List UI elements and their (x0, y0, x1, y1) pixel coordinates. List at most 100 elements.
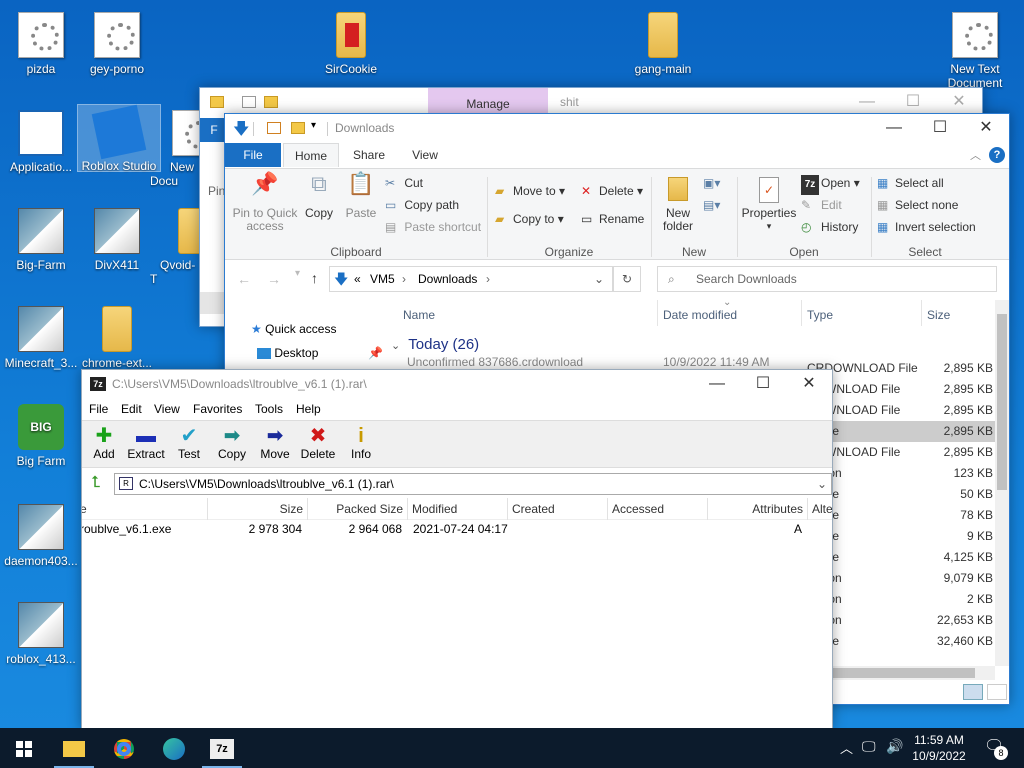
pin-icon[interactable]: 📌 (368, 346, 383, 360)
nav-item-desktop[interactable]: Desktop 📌 (257, 346, 383, 360)
scrollbar-thumb[interactable] (825, 668, 975, 678)
help-icon[interactable]: ? (989, 147, 1005, 163)
close-button[interactable]: ✕ (963, 114, 1009, 144)
new-folder-button[interactable]: New folder (655, 177, 701, 233)
desktop-icon-gey-porno[interactable]: gey-porno (76, 12, 158, 76)
notification-center-button[interactable]: 🗨 8 (984, 736, 1008, 760)
path-input[interactable]: R C:\Users\VM5\Downloads\ltroublve_v6.1 … (114, 473, 832, 495)
new-folder-icon[interactable] (291, 122, 305, 134)
test-button[interactable]: ✔ Test (167, 425, 211, 461)
7zip-window[interactable]: 7z C:\Users\VM5\Downloads\ltroublve_v6.1… (81, 369, 833, 729)
collapse-ribbon-icon[interactable]: ︿ (970, 147, 981, 163)
desktop-icon-new-document[interactable]: New Docu (150, 110, 200, 188)
tab-manage[interactable]: Manage (428, 88, 548, 114)
desktop-icon-qvoid[interactable]: Qvoid-T (150, 208, 200, 286)
details-view-button[interactable] (963, 684, 983, 700)
easy-access-button[interactable]: ▤▾ (703, 195, 720, 215)
chevron-down-icon[interactable]: ⌄ (817, 474, 827, 494)
column-created[interactable]: Created (508, 498, 608, 520)
forward-arrow-icon[interactable]: → (267, 271, 281, 287)
info-button[interactable]: i Info (339, 425, 383, 461)
desktop-icon-roblox-studio[interactable]: Roblox Studio (77, 104, 161, 173)
tab-view[interactable]: View (399, 143, 451, 167)
column-accessed[interactable]: Accessed (608, 498, 708, 520)
column-name[interactable]: Name (403, 308, 435, 322)
edit-button[interactable]: ✎ Edit (801, 195, 842, 215)
new-folder-icon[interactable] (264, 96, 278, 108)
chevron-right-icon[interactable]: › (402, 267, 406, 291)
pin-quick-access-button[interactable]: 📌 Pin to Quick access (231, 173, 299, 233)
desktop-icon-pizda[interactable]: pizda (0, 12, 82, 76)
scrollbar-thumb[interactable] (997, 314, 1007, 490)
horizontal-scrollbar[interactable] (825, 666, 995, 680)
title-bar[interactable]: 7z C:\Users\VM5\Downloads\ltroublve_v6.1… (82, 370, 832, 398)
menu-edit[interactable]: Edit (121, 402, 142, 416)
open-button[interactable]: 7z Open ▾ (801, 173, 860, 195)
chevron-down-icon[interactable]: ⌄ (594, 267, 604, 291)
copy-button[interactable]: ➡ Copy (210, 425, 254, 461)
column-attributes[interactable]: Attributes (708, 498, 808, 520)
paste-shortcut-button[interactable]: ▤ Paste shortcut (385, 217, 481, 237)
desktop-icon-chrome-ext[interactable]: chrome-ext... (76, 306, 158, 370)
desktop-icon-sircookie[interactable]: SirCookie (310, 12, 392, 76)
select-none-button[interactable]: ▦ Select none (877, 195, 958, 215)
customize-dropdown-icon[interactable]: ▾ (311, 120, 316, 131)
taskbar-file-explorer[interactable] (50, 728, 98, 768)
column-alternate[interactable]: Alte (808, 498, 832, 520)
column-size[interactable]: Size (927, 308, 950, 322)
minimize-button[interactable]: — (694, 370, 740, 400)
desktop-icon-roblox-setup[interactable]: roblox_413... (0, 602, 82, 666)
extract-button[interactable]: ▬ Extract (124, 425, 168, 461)
maximize-button[interactable]: ☐ (917, 114, 963, 144)
column-type[interactable]: Type (807, 308, 833, 322)
back-arrow-icon[interactable]: ← (237, 271, 251, 287)
close-button[interactable]: ✕ (786, 370, 832, 400)
search-input[interactable]: ⌕ Search Downloads (657, 266, 997, 292)
nav-item-quick-access[interactable]: ★ Quick access (251, 322, 336, 336)
title-bar[interactable]: 🡇 ▾ Downloads — ☐ ✕ (225, 114, 1009, 142)
desktop-icon-gang-main[interactable]: gang-main (622, 12, 704, 76)
column-size[interactable]: Size (208, 498, 308, 520)
invert-selection-button[interactable]: ▦ Invert selection (877, 217, 976, 237)
recent-dropdown-icon[interactable]: ▾ (295, 268, 300, 279)
desktop-icon-new-text-document[interactable]: New Text Document (934, 12, 1016, 90)
table-row[interactable]: roublve_v6.1.exe 2 978 304 2 964 068 202… (82, 522, 832, 540)
menu-help[interactable]: Help (296, 402, 321, 416)
properties-button[interactable]: ✓ Properties ▾ (741, 177, 797, 233)
delete-button[interactable]: ✖ Delete (296, 425, 340, 461)
menu-view[interactable]: View (154, 402, 180, 416)
address-overflow[interactable]: « (354, 267, 361, 291)
refresh-button[interactable]: ↻ (613, 266, 641, 292)
copy-path-button[interactable]: ▭ Copy path (385, 195, 459, 215)
menu-file[interactable]: File (89, 402, 108, 416)
desktop-icon-big-farm[interactable]: BIG Big Farm (0, 404, 82, 468)
tab-share[interactable]: Share (343, 143, 395, 167)
column-name[interactable]: e (82, 498, 208, 520)
add-button[interactable]: ✚ Add (82, 425, 126, 461)
breadcrumb-vm5[interactable]: VM5 (370, 267, 395, 291)
start-button[interactable] (0, 728, 48, 768)
vertical-scrollbar[interactable] (995, 300, 1009, 666)
taskbar-edge[interactable] (150, 728, 198, 768)
column-packed-size[interactable]: Packed Size (308, 498, 408, 520)
properties-icon[interactable] (267, 122, 281, 134)
title-bar[interactable]: Manage shit — ☐ ✕ (200, 88, 982, 116)
copy-to-button[interactable]: ▰ Copy to ▾ (495, 209, 564, 229)
desktop-icon-daemon[interactable]: daemon403... (0, 504, 82, 568)
maximize-button[interactable]: ☐ (740, 370, 786, 400)
up-arrow-icon[interactable]: ↑ (311, 270, 318, 286)
desktop-icon-big-farm-setup[interactable]: Big-Farm (0, 208, 82, 272)
address-bar[interactable]: 🡇 « VM5 › Downloads › ⌄ (329, 266, 613, 292)
clock[interactable]: 11:59 AM 10/9/2022 (904, 732, 974, 764)
tab-home[interactable]: Home (283, 143, 339, 167)
minimize-button[interactable]: — (871, 114, 917, 144)
history-button[interactable]: ◴ History (801, 217, 858, 237)
network-icon[interactable]: 🖵 (862, 738, 876, 755)
rename-button[interactable]: ▭ Rename (581, 209, 644, 229)
breadcrumb-downloads[interactable]: Downloads (418, 267, 477, 291)
chevron-right-icon[interactable]: › (486, 267, 490, 291)
up-folder-icon[interactable]: ⮤ (86, 474, 106, 494)
desktop-icon-minecraft[interactable]: Minecraft_3... (0, 306, 82, 370)
cut-button[interactable]: ✂ Cut (385, 173, 423, 193)
taskbar-chrome[interactable] (100, 728, 148, 768)
